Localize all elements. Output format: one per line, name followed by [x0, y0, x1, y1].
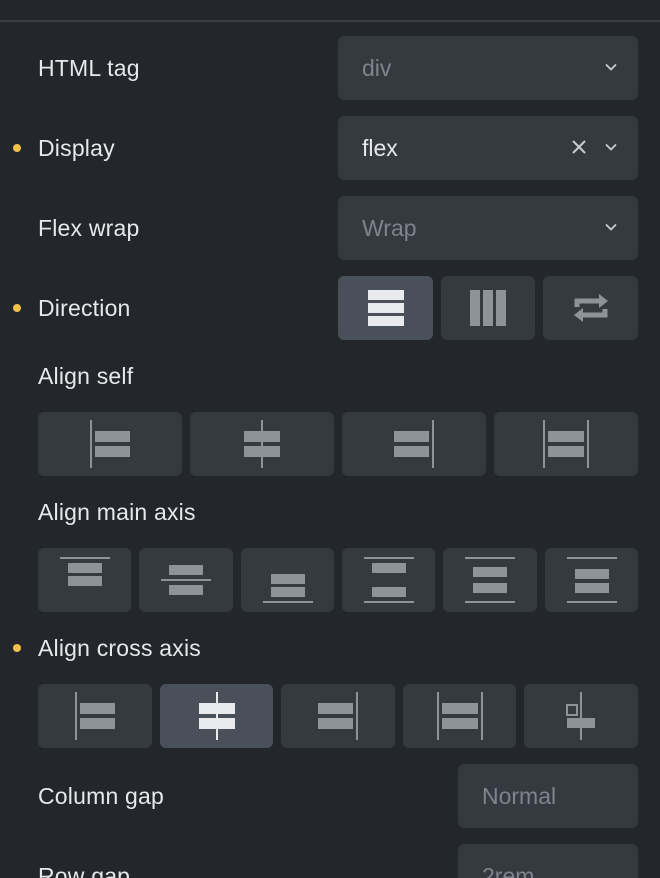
- row-gap-input[interactable]: 2rem: [458, 844, 638, 878]
- clear-icon[interactable]: [570, 138, 588, 156]
- justify-start-button[interactable]: [38, 548, 131, 612]
- direction-row-icon: [367, 290, 404, 326]
- align-items-center-button[interactable]: [160, 684, 273, 748]
- justify-start-icon: [59, 557, 110, 586]
- align-items-baseline-button[interactable]: [524, 684, 638, 748]
- direction-reverse-button[interactable]: [543, 276, 638, 340]
- display-modified-indicator: [13, 144, 21, 152]
- align-items-baseline-icon: [566, 692, 595, 740]
- column-gap-placeholder: Normal: [482, 783, 557, 809]
- direction-label: Direction: [38, 295, 131, 321]
- column-gap-input[interactable]: Normal: [458, 764, 638, 828]
- justify-center-button[interactable]: [139, 548, 233, 612]
- align-center-icon: [244, 420, 280, 468]
- flex-wrap-value: Wrap: [362, 215, 417, 241]
- align-items-stretch-icon: [436, 692, 483, 740]
- chevron-down-icon: [605, 63, 617, 71]
- align-items-stretch-button[interactable]: [403, 684, 516, 748]
- align-items-end-icon: [318, 692, 358, 740]
- flex-wrap-select[interactable]: Wrap: [338, 196, 638, 260]
- justify-space-evenly-icon: [566, 557, 617, 603]
- direction-row-button[interactable]: [338, 276, 433, 340]
- justify-space-between-button[interactable]: [342, 548, 435, 612]
- display-label: Display: [38, 135, 115, 161]
- align-cross-axis-modified-indicator: [13, 644, 21, 652]
- align-start-icon: [90, 420, 130, 468]
- align-items-end-button[interactable]: [281, 684, 395, 748]
- justify-end-button[interactable]: [241, 548, 334, 612]
- display-value: flex: [362, 135, 398, 161]
- chevron-down-icon: [605, 223, 617, 231]
- align-cross-axis-label: Align cross axis: [38, 635, 201, 661]
- align-end-icon: [394, 420, 434, 468]
- row-gap-placeholder: 2rem: [482, 863, 535, 878]
- align-self-end-button[interactable]: [342, 412, 486, 476]
- justify-space-between-icon: [363, 557, 414, 603]
- align-items-start-button[interactable]: [38, 684, 152, 748]
- column-gap-label: Column gap: [38, 783, 165, 809]
- justify-space-evenly-button[interactable]: [545, 548, 638, 612]
- direction-column-button[interactable]: [441, 276, 535, 340]
- chevron-down-icon: [605, 143, 617, 151]
- row-gap-label: Row gap: [38, 863, 131, 878]
- align-items-start-icon: [75, 692, 115, 740]
- reverse-icon: [573, 294, 608, 322]
- align-self-label: Align self: [38, 363, 134, 389]
- section-divider: [0, 20, 660, 22]
- flex-wrap-label: Flex wrap: [38, 215, 140, 241]
- justify-end-icon: [262, 574, 313, 603]
- display-select[interactable]: flex: [338, 116, 638, 180]
- html-tag-select[interactable]: div: [338, 36, 638, 100]
- align-stretch-icon: [543, 420, 589, 468]
- align-items-center-icon: [198, 692, 235, 740]
- html-tag-label: HTML tag: [38, 55, 140, 81]
- justify-center-icon: [161, 565, 211, 595]
- direction-modified-indicator: [13, 304, 21, 312]
- align-self-stretch-button[interactable]: [494, 412, 638, 476]
- justify-space-around-icon: [465, 557, 515, 603]
- align-self-start-button[interactable]: [38, 412, 182, 476]
- direction-column-icon: [470, 290, 506, 326]
- html-tag-value: div: [362, 55, 392, 81]
- justify-space-around-button[interactable]: [443, 548, 537, 612]
- align-main-axis-label: Align main axis: [38, 499, 196, 525]
- align-self-center-button[interactable]: [190, 412, 334, 476]
